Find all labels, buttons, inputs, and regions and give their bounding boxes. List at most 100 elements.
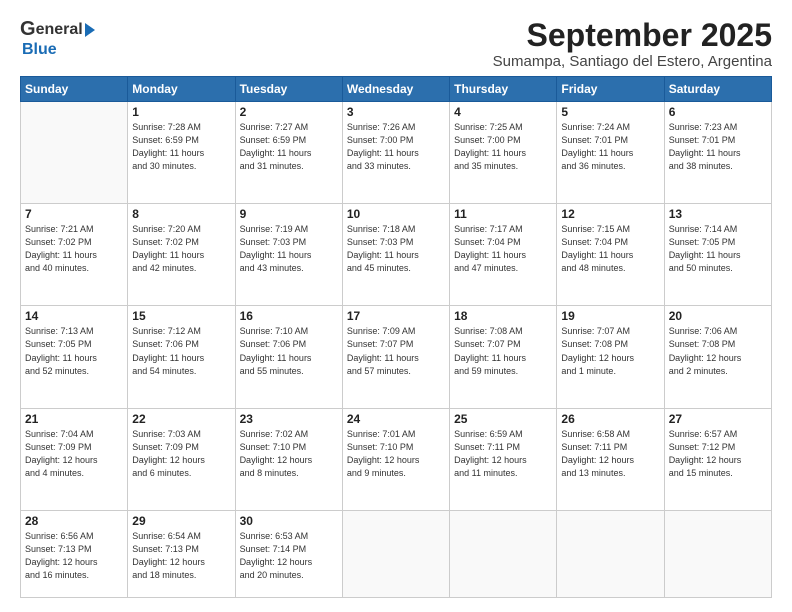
logo-blue-text: Blue [22, 41, 57, 59]
logo-line1: G eneral [20, 18, 95, 41]
day-number: 15 [132, 309, 230, 323]
calendar-header-wednesday: Wednesday [342, 77, 449, 102]
day-info: Sunrise: 7:13 AM Sunset: 7:05 PM Dayligh… [25, 325, 123, 377]
calendar-cell: 6 Sunrise: 7:23 AM Sunset: 7:01 PM Daylig… [664, 102, 771, 204]
day-info: Sunrise: 6:57 AM Sunset: 7:12 PM Dayligh… [669, 428, 767, 480]
calendar-header-monday: Monday [128, 77, 235, 102]
day-number: 20 [669, 309, 767, 323]
day-number: 13 [669, 207, 767, 221]
day-info: Sunrise: 6:54 AM Sunset: 7:13 PM Dayligh… [132, 530, 230, 582]
day-number: 4 [454, 105, 552, 119]
calendar-cell: 10 Sunrise: 7:18 AM Sunset: 7:03 PM Dayli… [342, 204, 449, 306]
day-info: Sunrise: 7:08 AM Sunset: 7:07 PM Dayligh… [454, 325, 552, 377]
day-number: 27 [669, 412, 767, 426]
day-info: Sunrise: 7:26 AM Sunset: 7:00 PM Dayligh… [347, 121, 445, 173]
day-number: 29 [132, 514, 230, 528]
day-number: 9 [240, 207, 338, 221]
day-info: Sunrise: 7:14 AM Sunset: 7:05 PM Dayligh… [669, 223, 767, 275]
day-number: 10 [347, 207, 445, 221]
calendar-cell: 7 Sunrise: 7:21 AM Sunset: 7:02 PM Daylig… [21, 204, 128, 306]
calendar-cell [557, 510, 664, 597]
day-info: Sunrise: 6:58 AM Sunset: 7:11 PM Dayligh… [561, 428, 659, 480]
day-number: 25 [454, 412, 552, 426]
day-info: Sunrise: 7:09 AM Sunset: 7:07 PM Dayligh… [347, 325, 445, 377]
day-info: Sunrise: 7:03 AM Sunset: 7:09 PM Dayligh… [132, 428, 230, 480]
calendar-cell: 24Sunrise: 7:01 AM Sunset: 7:10 PM Dayli… [342, 408, 449, 510]
day-info: Sunrise: 6:53 AM Sunset: 7:14 PM Dayligh… [240, 530, 338, 582]
calendar-header-tuesday: Tuesday [235, 77, 342, 102]
calendar-cell: 27 Sunrise: 6:57 AM Sunset: 7:12 PM Dayli… [664, 408, 771, 510]
calendar-cell: 23 Sunrise: 7:02 AM Sunset: 7:10 PM Dayli… [235, 408, 342, 510]
day-number: 14 [25, 309, 123, 323]
calendar-week-3: 14 Sunrise: 7:13 AM Sunset: 7:05 PM Dayli… [21, 306, 772, 408]
calendar-cell: 9 Sunrise: 7:19 AM Sunset: 7:03 PM Daylig… [235, 204, 342, 306]
calendar-week-1: 1 Sunrise: 7:28 AM Sunset: 6:59 PM Daylig… [21, 102, 772, 204]
calendar-cell: 11 Sunrise: 7:17 AM Sunset: 7:04 PM Dayli… [450, 204, 557, 306]
day-info: Sunrise: 7:07 AM Sunset: 7:08 PM Dayligh… [561, 325, 659, 377]
day-number: 22 [132, 412, 230, 426]
day-number: 5 [561, 105, 659, 119]
day-info: Sunrise: 7:15 AM Sunset: 7:04 PM Dayligh… [561, 223, 659, 275]
day-number: 18 [454, 309, 552, 323]
day-info: Sunrise: 6:59 AM Sunset: 7:11 PM Dayligh… [454, 428, 552, 480]
calendar-cell [342, 510, 449, 597]
day-info: Sunrise: 7:23 AM Sunset: 7:01 PM Dayligh… [669, 121, 767, 173]
calendar-cell: 4 Sunrise: 7:25 AM Sunset: 7:00 PM Daylig… [450, 102, 557, 204]
logo: G eneral Blue [20, 18, 95, 59]
day-number: 26 [561, 412, 659, 426]
calendar-cell: 5 Sunrise: 7:24 AM Sunset: 7:01 PM Daylig… [557, 102, 664, 204]
calendar-cell: 30Sunrise: 6:53 AM Sunset: 7:14 PM Dayli… [235, 510, 342, 597]
calendar-cell: 16 Sunrise: 7:10 AM Sunset: 7:06 PM Dayli… [235, 306, 342, 408]
logo-g: G [20, 18, 36, 41]
calendar-cell [450, 510, 557, 597]
day-info: Sunrise: 7:18 AM Sunset: 7:03 PM Dayligh… [347, 223, 445, 275]
day-info: Sunrise: 7:06 AM Sunset: 7:08 PM Dayligh… [669, 325, 767, 377]
calendar-cell: 3 Sunrise: 7:26 AM Sunset: 7:00 PM Daylig… [342, 102, 449, 204]
day-number: 3 [347, 105, 445, 119]
day-info: Sunrise: 7:25 AM Sunset: 7:00 PM Dayligh… [454, 121, 552, 173]
day-number: 6 [669, 105, 767, 119]
day-info: Sunrise: 7:20 AM Sunset: 7:02 PM Dayligh… [132, 223, 230, 275]
calendar-week-4: 21Sunrise: 7:04 AM Sunset: 7:09 PM Dayli… [21, 408, 772, 510]
calendar-cell: 8Sunrise: 7:20 AM Sunset: 7:02 PM Daylig… [128, 204, 235, 306]
calendar-cell: 28 Sunrise: 6:56 AM Sunset: 7:13 PM Dayli… [21, 510, 128, 597]
calendar-cell [664, 510, 771, 597]
day-info: Sunrise: 7:02 AM Sunset: 7:10 PM Dayligh… [240, 428, 338, 480]
calendar-header-row: SundayMondayTuesdayWednesdayThursdayFrid… [21, 77, 772, 102]
day-info: Sunrise: 7:19 AM Sunset: 7:03 PM Dayligh… [240, 223, 338, 275]
day-info: Sunrise: 7:10 AM Sunset: 7:06 PM Dayligh… [240, 325, 338, 377]
day-number: 23 [240, 412, 338, 426]
day-number: 2 [240, 105, 338, 119]
day-number: 7 [25, 207, 123, 221]
day-info: Sunrise: 6:56 AM Sunset: 7:13 PM Dayligh… [25, 530, 123, 582]
day-number: 28 [25, 514, 123, 528]
calendar-cell: 13 Sunrise: 7:14 AM Sunset: 7:05 PM Dayli… [664, 204, 771, 306]
calendar-cell: 2Sunrise: 7:27 AM Sunset: 6:59 PM Daylig… [235, 102, 342, 204]
day-number: 19 [561, 309, 659, 323]
day-number: 17 [347, 309, 445, 323]
day-info: Sunrise: 7:24 AM Sunset: 7:01 PM Dayligh… [561, 121, 659, 173]
logo-triangle-icon [85, 23, 95, 37]
calendar-header-thursday: Thursday [450, 77, 557, 102]
calendar-cell: 20 Sunrise: 7:06 AM Sunset: 7:08 PM Dayli… [664, 306, 771, 408]
calendar-week-5: 28 Sunrise: 6:56 AM Sunset: 7:13 PM Dayli… [21, 510, 772, 597]
title-block: September 2025 Sumampa, Santiago del Est… [493, 18, 772, 70]
day-number: 11 [454, 207, 552, 221]
calendar-cell: 14 Sunrise: 7:13 AM Sunset: 7:05 PM Dayli… [21, 306, 128, 408]
day-info: Sunrise: 7:17 AM Sunset: 7:04 PM Dayligh… [454, 223, 552, 275]
calendar-cell: 12Sunrise: 7:15 AM Sunset: 7:04 PM Dayli… [557, 204, 664, 306]
day-number: 1 [132, 105, 230, 119]
day-number: 21 [25, 412, 123, 426]
calendar-cell: 19 Sunrise: 7:07 AM Sunset: 7:08 PM Dayli… [557, 306, 664, 408]
calendar-cell: 22 Sunrise: 7:03 AM Sunset: 7:09 PM Dayli… [128, 408, 235, 510]
calendar-cell: 1 Sunrise: 7:28 AM Sunset: 6:59 PM Daylig… [128, 102, 235, 204]
day-info: Sunrise: 7:21 AM Sunset: 7:02 PM Dayligh… [25, 223, 123, 275]
calendar-cell: 21Sunrise: 7:04 AM Sunset: 7:09 PM Dayli… [21, 408, 128, 510]
calendar-header-sunday: Sunday [21, 77, 128, 102]
calendar-cell: 26 Sunrise: 6:58 AM Sunset: 7:11 PM Dayli… [557, 408, 664, 510]
calendar-cell [21, 102, 128, 204]
day-info: Sunrise: 7:28 AM Sunset: 6:59 PM Dayligh… [132, 121, 230, 173]
day-number: 16 [240, 309, 338, 323]
calendar-cell: 15Sunrise: 7:12 AM Sunset: 7:06 PM Dayli… [128, 306, 235, 408]
calendar-cell: 29 Sunrise: 6:54 AM Sunset: 7:13 PM Dayli… [128, 510, 235, 597]
